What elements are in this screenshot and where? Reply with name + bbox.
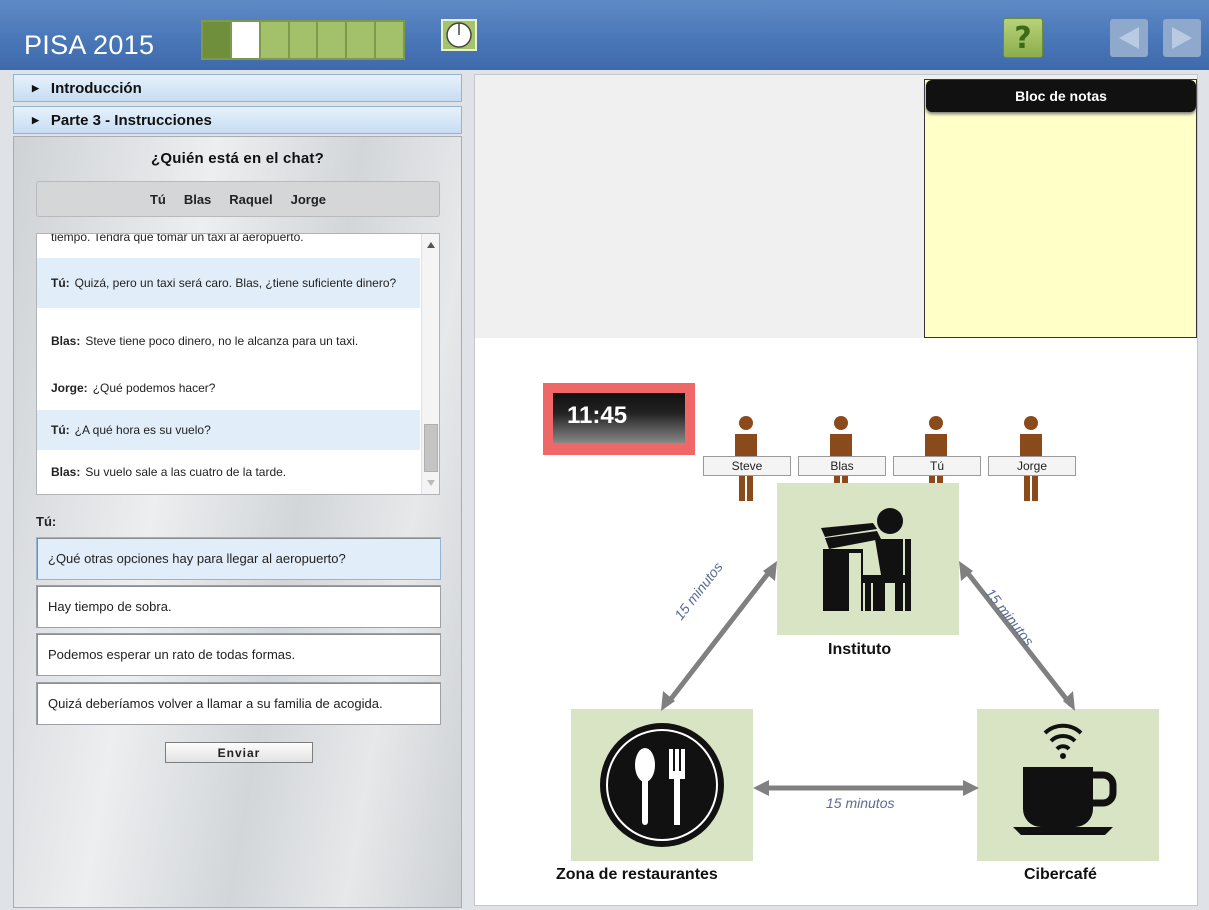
participant-name: Tú [149,191,166,207]
person-label: Tú [893,456,981,476]
chat-message: Tú: ¿A qué hora es su vuelo? [37,410,420,450]
participant-name: Blas [183,191,212,207]
message-text: ¿A qué hora es su vuelo? [74,422,211,437]
travel-time-label: 15 minutos [826,795,895,811]
chat-message: Tú: Quizá, pero un taxi será caro. Blas, … [37,258,420,308]
progress-cell [203,22,232,58]
participant-name: Jorge [290,191,327,207]
back-button[interactable] [1110,19,1148,57]
restaurants-label: Zona de restaurantes [556,866,718,883]
scenario-panel: Bloc de notas 11:45 Steve Blas Tú Jorge … [474,74,1198,906]
reply-option[interactable]: Quizá deberíamos volver a llamar a su fa… [36,682,441,725]
reply-option[interactable]: Podemos esperar un rato de todas formas. [36,633,441,676]
progress-cell [318,22,348,58]
progress-cell [347,22,377,58]
chat-heading: ¿Quién está en el chat? [151,150,324,167]
reply-option[interactable]: ¿Qué otras opciones hay para llegar al a… [36,537,441,580]
participant-list: Tú Blas Raquel Jorge [36,181,440,217]
arrowhead [963,780,979,796]
message-speaker: Tú: [51,422,70,437]
chat-message: Blas: Su vuelo sale a las cuatro de la ta… [37,452,420,492]
travel-arrows [661,561,1075,796]
timer-button[interactable] [441,19,477,51]
clock-icon [446,22,472,48]
next-button[interactable] [1163,19,1201,57]
section-label: Introducción [50,79,142,97]
top-bar: PISA 2015 ? [0,0,1209,70]
progress-cell [260,22,290,58]
send-button[interactable]: Enviar [165,742,313,763]
person-label: Steve [703,456,791,476]
message-speaker: Blas: [51,333,81,348]
person-label: Blas [798,456,886,476]
person-label: Jorge [988,456,1076,476]
message-speaker: Tú: [51,275,70,290]
school-label: Instituto [828,641,892,658]
triangle-left-icon [1119,27,1139,49]
triangle-right-icon: ▶ [32,114,39,125]
progress-cell [289,22,319,58]
progress-cell [376,22,404,58]
reply-label: Tú: [36,514,57,529]
chat-message: Jorge: ¿Qué podemos hacer? [37,368,420,408]
progress-cell-current [231,22,261,58]
chat-panel: ¿Quién está en el chat? Tú Blas Raquel J… [13,136,462,908]
app-title: PISA 2015 [24,30,155,60]
message-text: Su vuelo sale a las cuatro de la tarde. [85,464,287,479]
triangle-right-icon: ▶ [32,82,39,93]
reply-option[interactable]: Hay tiempo de sobra. [36,585,441,628]
section-parte-3-instrucciones[interactable]: ▶ Parte 3 - Instrucciones [13,106,462,134]
message-text: Quizá, pero un taxi será caro. Blas, ¿ti… [74,275,397,290]
scroll-down-arrow-icon[interactable] [427,480,435,486]
scroll-thumb[interactable] [424,424,438,472]
cybercafe-label: Cibercafé [1024,866,1097,883]
message-speaker: Jorge: [51,380,88,395]
message-speaker: Blas: [51,464,81,479]
section-label: Parte 3 - Instrucciones [50,111,212,129]
message-text: ¿Qué podemos hacer? [92,380,216,395]
participant-name: Raquel [229,191,273,207]
arrowhead [753,780,769,796]
chat-message-partial: tiempo. Tendrá que tomar un taxi al aero… [51,233,304,244]
message-text: Steve tiene poco dinero, no le alcanza p… [85,333,359,348]
chat-scrollbar[interactable] [421,234,439,494]
triangle-right-icon [1172,27,1192,49]
unit-progress-bar [201,20,405,60]
section-introduccion[interactable]: ▶ Introducción [13,74,462,102]
scroll-up-arrow-icon[interactable] [427,242,435,248]
help-button[interactable]: ? [1003,18,1043,58]
chat-log[interactable]: tiempo. Tendrá que tomar un taxi al aero… [36,233,440,495]
chat-message: Blas: Steve tiene poco dinero, no le alca… [37,316,420,366]
